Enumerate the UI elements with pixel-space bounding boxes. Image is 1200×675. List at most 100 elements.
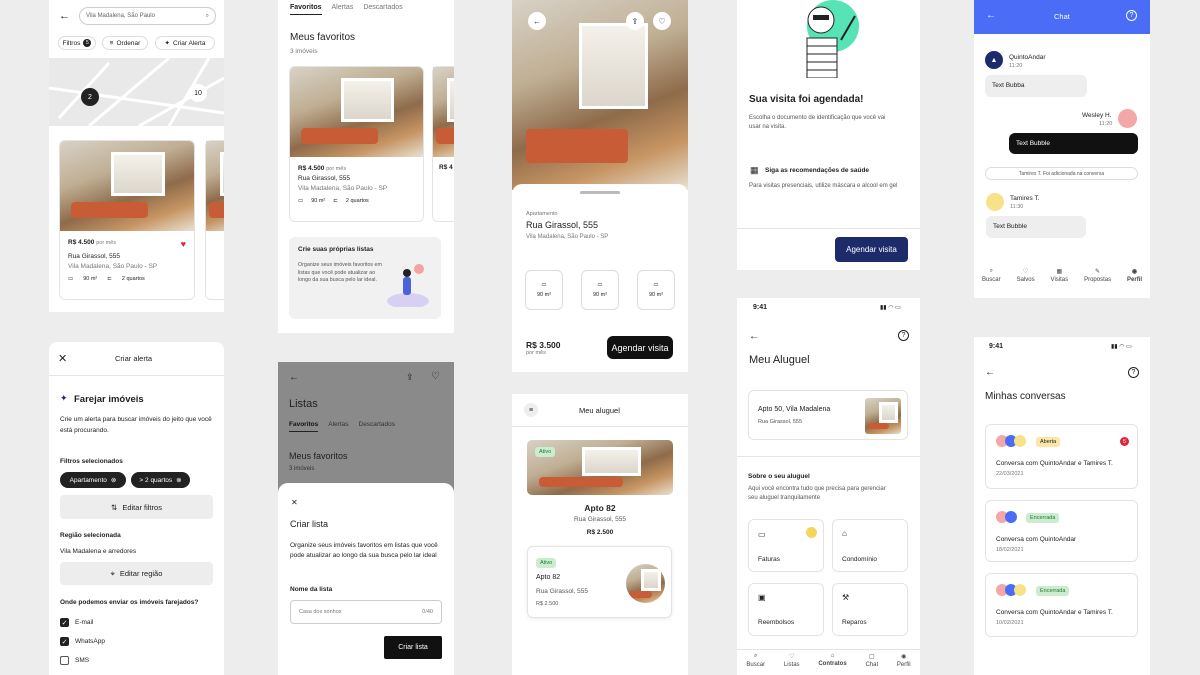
rental-card[interactable]: Apto 50, Vila Madalena Rua Girassol, 555 — [748, 390, 908, 440]
nav-label: Listas — [783, 662, 800, 668]
tile-faturas[interactable]: ▭ Faturas — [748, 519, 824, 572]
nav-item-buscar[interactable]: ⌕ Buscar — [746, 653, 765, 668]
favorite-card[interactable]: R$ 4.500 por mês Rua Girassol, 555 Vila … — [289, 66, 424, 222]
listing-card-partial[interactable] — [205, 140, 224, 300]
conversation-card[interactable]: Encerrada Conversa com QuintoAndar 18/02… — [985, 500, 1138, 562]
property-type: Apartamento — [526, 210, 558, 217]
tab-favoritos[interactable]: Favoritos — [289, 421, 319, 432]
share-icon[interactable]: ⇪ — [406, 372, 414, 383]
rental-card[interactable]: Ativo Apto 82 Rua Girassol, 555 R$ 2.500 — [527, 546, 672, 618]
help-icon[interactable]: ? — [1128, 367, 1139, 378]
status-time: 9:41 — [989, 343, 1004, 350]
nav-label: Perfil — [1127, 277, 1143, 283]
checkbox-label: E-mail — [75, 619, 94, 626]
search-screen: ← Vila Madalena, São Paulo ⌕ Filtros 5 ≡… — [49, 0, 224, 312]
nav-item-perfil[interactable]: ◉ Perfil — [897, 653, 911, 668]
tab-alertas[interactable]: Alertas — [332, 4, 354, 15]
list-name-input[interactable]: Casa dos sonhos 0/40 — [290, 600, 442, 624]
checkbox-email[interactable]: ✓ E-mail — [60, 618, 93, 627]
favorite-button[interactable]: ♡ — [653, 12, 671, 30]
document-icon: ✎ — [1095, 269, 1101, 275]
back-arrow-icon[interactable]: ← — [986, 10, 996, 21]
filter-chip[interactable]: Apartamento ⊗ — [60, 472, 126, 488]
listing-street: Rua Girassol, 555 — [298, 175, 351, 183]
map-cluster-pin[interactable]: 10 — [189, 84, 207, 102]
lists-screen: ← ⇪ ♡ Listas Favoritos Alertas Descartad… — [278, 362, 454, 675]
checkbox-sms[interactable]: SMS — [60, 656, 89, 665]
share-button[interactable]: ⇪ — [626, 12, 644, 30]
money-icon: ▭ — [758, 530, 766, 539]
sheet-handle[interactable] — [580, 191, 620, 194]
listing-card[interactable]: R$ 4.500 por mês ♥ Rua Girassol, 555 Vila… — [59, 140, 195, 300]
conversation-card[interactable]: Aberta 5 Conversa com QuintoAndar e Tami… — [985, 424, 1138, 489]
avatar — [1118, 109, 1137, 128]
close-icon[interactable]: ⊗ — [176, 476, 181, 484]
close-icon[interactable]: ✕ — [291, 498, 298, 507]
search-input[interactable]: Vila Madalena, São Paulo ⌕ — [79, 7, 216, 25]
nav-item-buscar[interactable]: ⌕ Buscar — [982, 268, 1001, 283]
checkbox-whatsapp[interactable]: ✓ WhatsApp — [60, 637, 105, 646]
nav-item-propostas[interactable]: ✎ Propostas — [1084, 268, 1111, 283]
schedule-visit-button[interactable]: Agendar visita — [835, 237, 908, 262]
quintoandar-avatar — [1005, 511, 1017, 523]
tab-favoritos[interactable]: Favoritos — [290, 4, 322, 15]
send-label: Onde podemos enviar os imóveis farejados… — [60, 599, 199, 606]
conversation-card[interactable]: Encerrada Conversa com QuintoAndar e Tam… — [985, 573, 1138, 637]
create-lists-promo[interactable]: Crie suas próprias listas Organize seus … — [289, 237, 441, 319]
close-icon[interactable]: ✕ — [58, 352, 67, 365]
property-detail-screen: ← ⇪ ♡ Apartamento Rua Girassol, 555 Vila… — [512, 0, 688, 372]
nav-item-listas[interactable]: ♡ Listas — [784, 653, 800, 668]
tab-descartados[interactable]: Descartados — [359, 421, 396, 432]
area-icon: ▭ — [597, 281, 603, 288]
message-bubble: Text Bubble — [986, 216, 1086, 238]
dog-icon: ✦ — [164, 40, 170, 47]
conversation-date: 10/02/2021 — [996, 620, 1024, 626]
heart-icon[interactable]: ♡ — [431, 371, 440, 382]
back-arrow-icon[interactable]: ← — [985, 367, 995, 378]
create-list-button[interactable]: Criar lista — [384, 636, 442, 659]
map-cluster-pin[interactable]: 2 — [81, 88, 99, 106]
back-arrow-icon[interactable]: ← — [289, 372, 299, 383]
help-icon[interactable]: ? — [1126, 10, 1137, 21]
tab-descartados[interactable]: Descartados — [363, 4, 402, 15]
edit-filters-button[interactable]: ⇅ Editar filtros — [60, 495, 213, 519]
message-time: 11:20 — [1099, 121, 1113, 127]
schedule-visit-button[interactable]: Agendar visita — [607, 336, 673, 359]
tile-condominio[interactable]: ⌂ Condomínio — [832, 519, 908, 572]
nav-item-contratos[interactable]: ⌂ Contratos — [818, 653, 846, 668]
checkbox-label: SMS — [75, 657, 90, 664]
nav-label: Perfil — [896, 662, 911, 668]
chat-icon: ▢ — [868, 654, 875, 660]
back-arrow-icon[interactable]: ← — [749, 331, 759, 342]
map[interactable]: 2 10 — [49, 56, 224, 128]
bottom-nav: ⌕ Buscar ♡ Listas ⌂ Contratos ▢ Chat ◉ Perfil — [737, 649, 920, 668]
nav-item-perfil[interactable]: ◉ Perfil — [1127, 268, 1142, 283]
checkbox-checked-icon: ✓ — [60, 618, 69, 627]
divider — [737, 228, 920, 229]
tab-alertas[interactable]: Alertas — [328, 421, 348, 432]
nav-item-salvos[interactable]: ♡ Salvos — [1017, 268, 1035, 283]
filter-chip[interactable]: > 2 quartos ⊗ — [131, 472, 190, 488]
filters-button[interactable]: Filtros 5 — [58, 36, 96, 50]
tile-reparos[interactable]: ⚒ Reparos — [832, 583, 908, 636]
close-icon[interactable]: ⊗ — [111, 476, 116, 484]
help-icon[interactable]: ? — [898, 330, 909, 341]
promo-title: Crie suas próprias listas — [298, 246, 374, 253]
heart-icon[interactable]: ♥ — [181, 238, 186, 252]
favorite-card-partial[interactable]: R$ 4 — [432, 66, 454, 222]
filter-chip-label: Apartamento — [69, 476, 107, 484]
order-button[interactable]: ≡ Ordenar — [102, 36, 148, 50]
back-button[interactable]: ← — [528, 12, 546, 30]
create-alert-button[interactable]: ✦ Criar Alerta — [155, 36, 215, 50]
favorites-screen: Favoritos Alertas Descartados Meus favor… — [278, 0, 454, 333]
nav-item-chat[interactable]: ▢ Chat — [865, 653, 878, 668]
back-arrow-icon[interactable]: ← — [59, 10, 70, 22]
order-label: Ordenar — [116, 39, 141, 47]
menu-button[interactable]: ≡ — [524, 403, 538, 417]
nav-item-visitas[interactable]: ▦ Visitas — [1051, 268, 1069, 283]
edit-region-button[interactable]: ⌖ Editar região — [60, 562, 213, 585]
notification-dot — [806, 527, 817, 538]
sender-name: Tamires T. — [1010, 195, 1040, 202]
tile-reembolsos[interactable]: ▣ Reembolsos — [748, 583, 824, 636]
quintoandar-avatar: ▲ — [985, 51, 1003, 69]
